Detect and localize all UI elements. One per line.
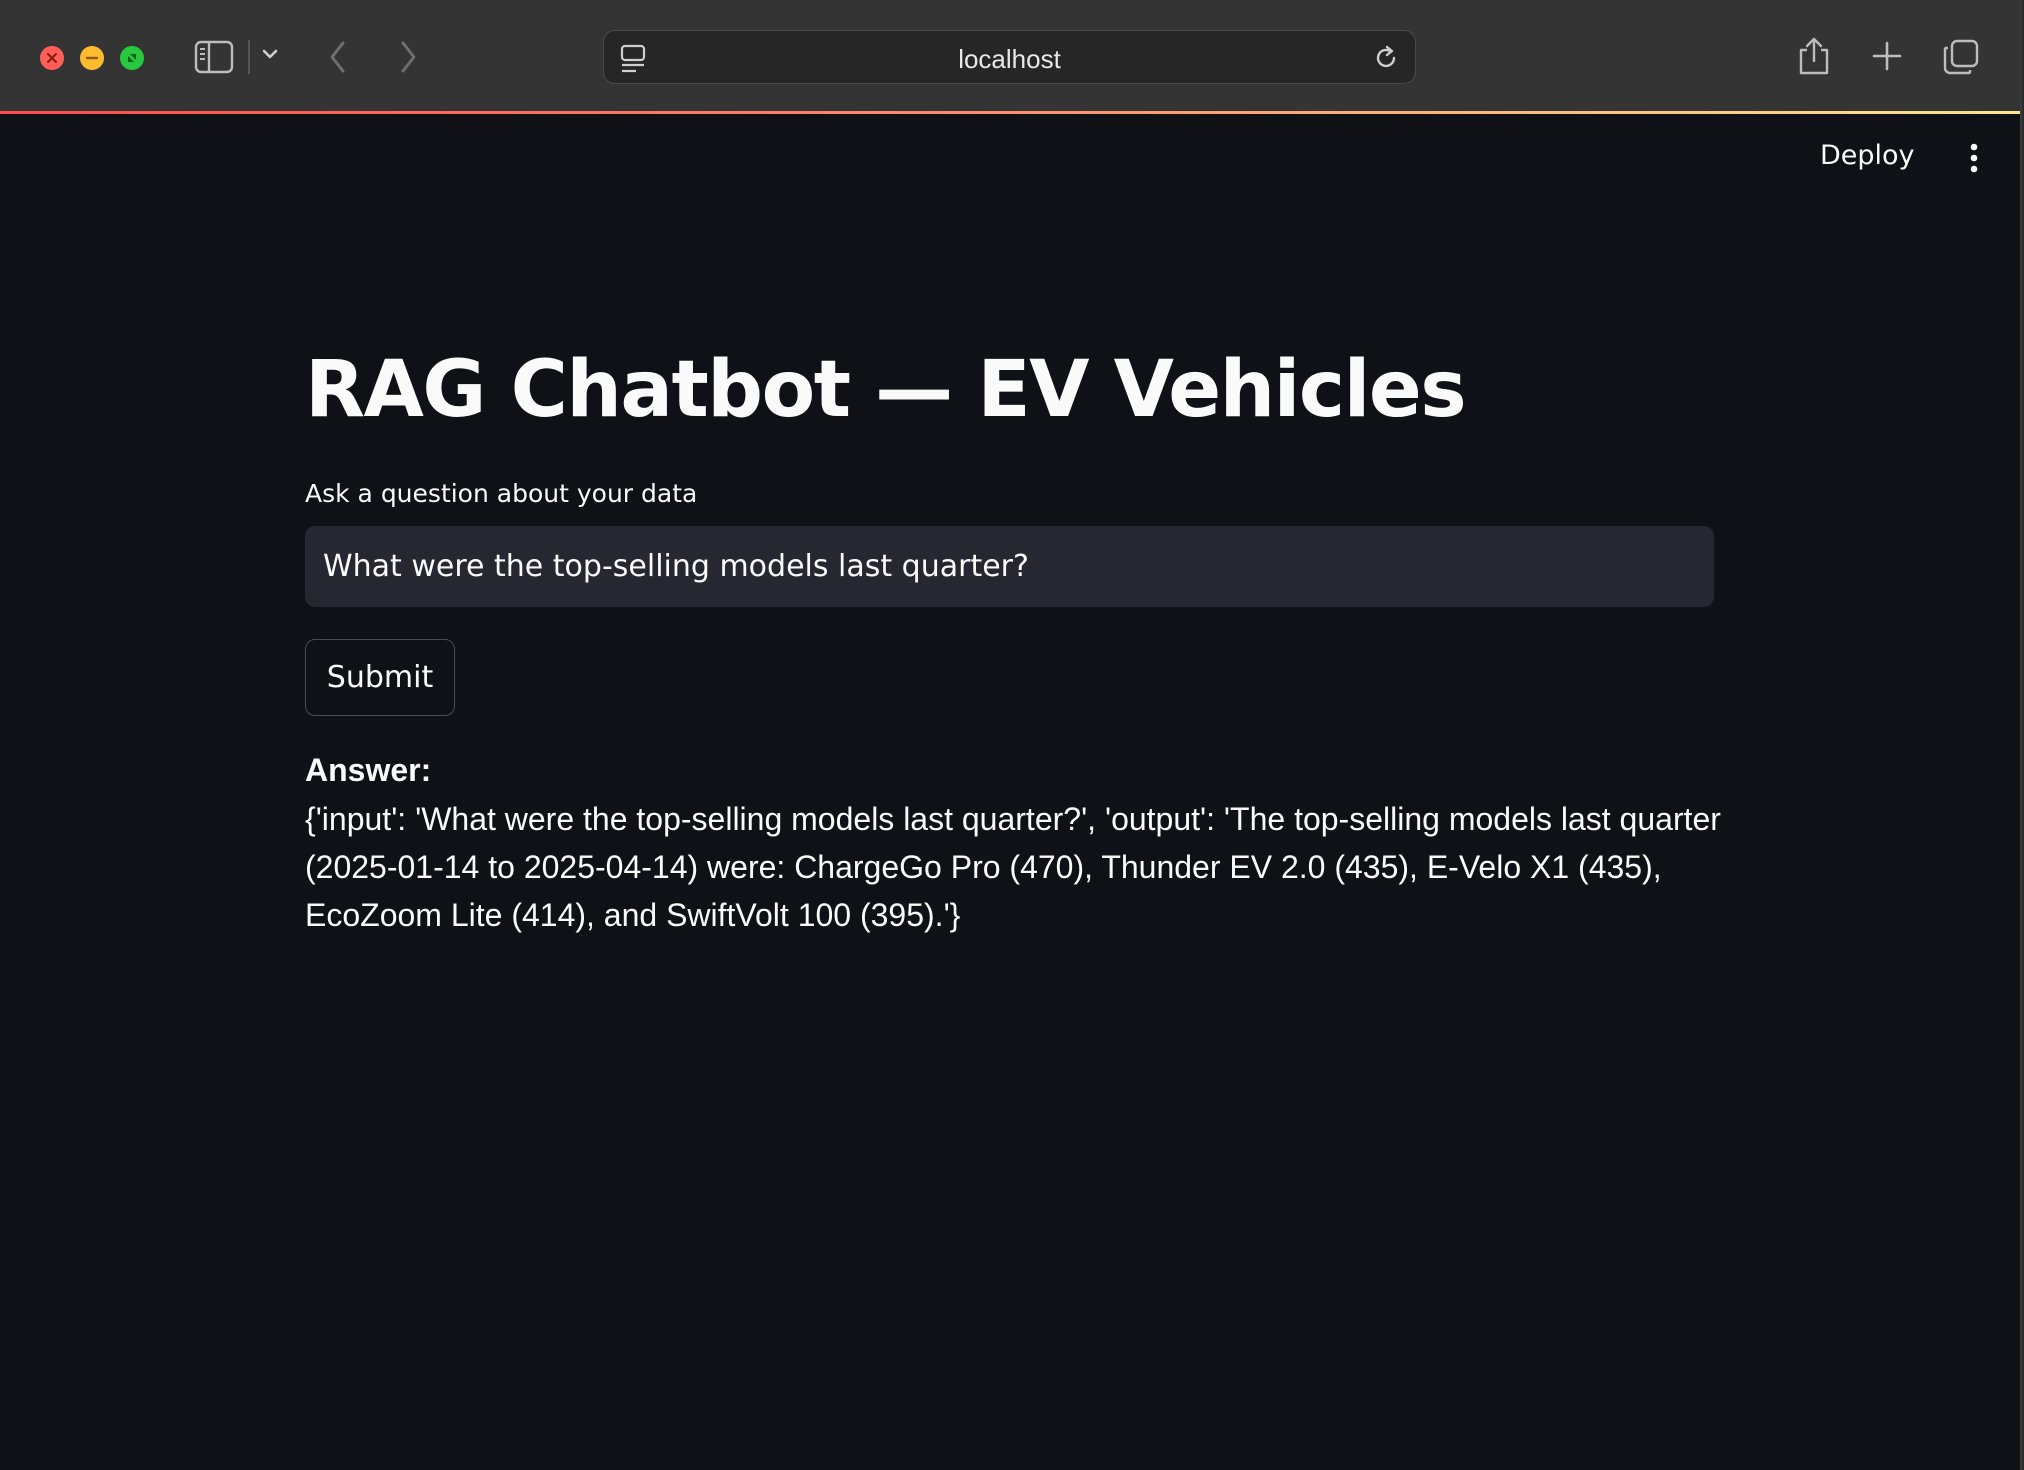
browser-window: localhost Deploy RAG Chatbot — EV Vehicl… — [0, 0, 2022, 1470]
zoom-window-button[interactable] — [120, 46, 144, 70]
sidebar-toggle-button[interactable] — [194, 40, 234, 74]
url-text: localhost — [958, 44, 1061, 74]
close-window-button[interactable] — [40, 46, 64, 70]
app-top-decoration — [0, 111, 2020, 114]
browser-toolbar: localhost — [0, 0, 2020, 112]
sidebar-toggle-icon — [194, 40, 234, 74]
submit-button[interactable]: Submit — [305, 639, 455, 716]
close-icon — [47, 53, 57, 63]
back-button[interactable] — [328, 40, 348, 74]
kebab-menu-icon — [1970, 143, 1978, 173]
forward-button[interactable] — [398, 40, 418, 74]
new-tab-button[interactable] — [1871, 40, 1903, 72]
tab-overview-icon — [1943, 39, 1979, 75]
share-icon — [1799, 37, 1829, 75]
main-menu-button[interactable] — [1968, 143, 1980, 180]
new-tab-plus-icon — [1872, 41, 1902, 71]
answer-text: {'input': 'What were the top-selling mod… — [305, 801, 1721, 933]
reload-icon — [1376, 45, 1396, 68]
reload-button[interactable] — [1371, 43, 1401, 78]
back-arrow-icon — [330, 41, 345, 73]
toolbar-divider — [248, 40, 250, 74]
question-input-label: Ask a question about your data — [305, 479, 698, 508]
minimize-icon — [85, 56, 99, 60]
page-title: RAG Chatbot — EV Vehicles — [305, 345, 1467, 435]
tab-group-dropdown[interactable] — [262, 48, 278, 60]
question-input[interactable] — [305, 526, 1714, 607]
deploy-button[interactable]: Deploy — [1820, 140, 1915, 171]
tab-overview-button[interactable] — [1942, 38, 1980, 76]
chevron-down-icon — [262, 49, 278, 59]
minimize-window-button[interactable] — [80, 46, 104, 70]
share-button[interactable] — [1797, 36, 1831, 76]
answer-heading: Answer: — [305, 752, 432, 788]
address-bar[interactable]: localhost — [603, 30, 1416, 84]
zoom-icon — [128, 54, 136, 62]
forward-arrow-icon — [401, 41, 416, 73]
